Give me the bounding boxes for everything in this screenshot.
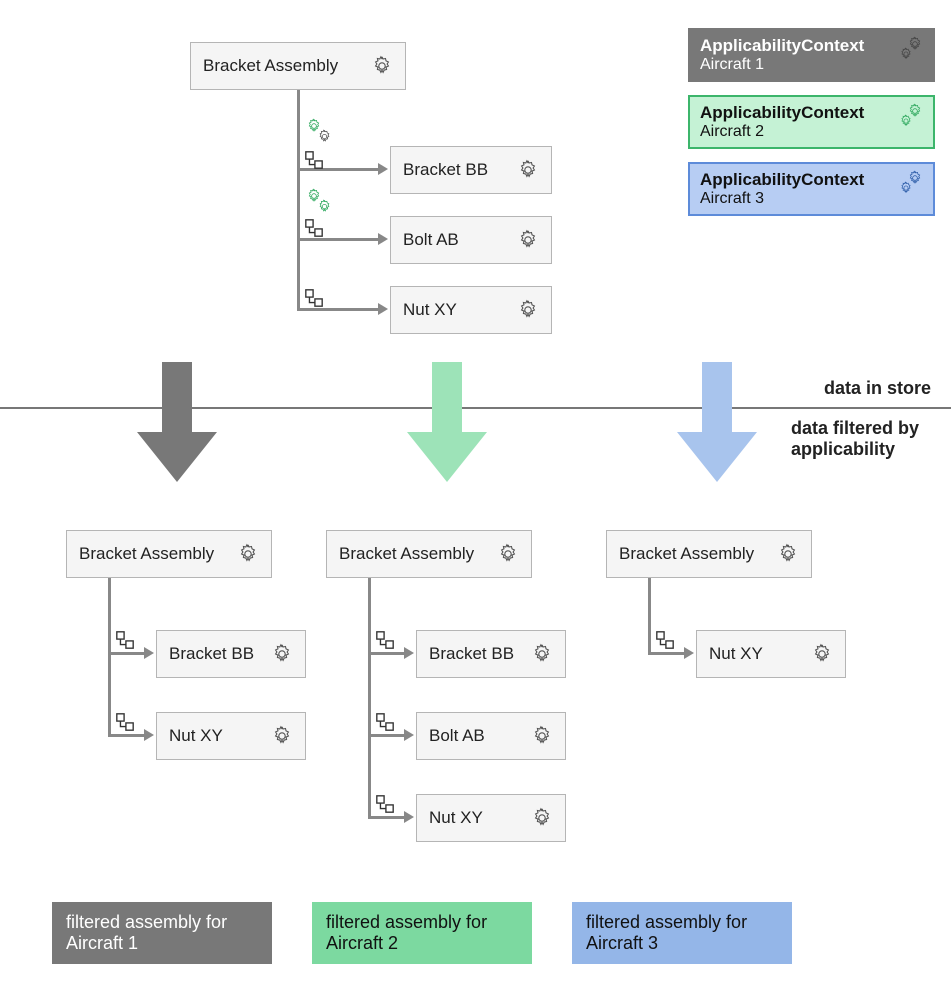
down-arrow-icon xyxy=(676,362,758,482)
connector xyxy=(368,734,406,737)
arrow-icon xyxy=(144,647,154,659)
child-node: Bolt AB xyxy=(390,216,552,264)
label-data-in-store: data in store xyxy=(824,378,931,399)
gear-icon xyxy=(517,159,539,181)
gear-icon xyxy=(531,807,553,829)
child-node: Nut XY xyxy=(390,286,552,334)
caption-aircraft3: filtered assembly for Aircraft 3 xyxy=(572,902,792,964)
tree-icon xyxy=(304,218,324,238)
context-sub: Aircraft 3 xyxy=(700,190,864,208)
connector xyxy=(368,816,406,819)
gear-icon xyxy=(517,229,539,251)
connector xyxy=(297,238,380,241)
filtered1-root: Bracket Assembly xyxy=(66,530,272,578)
tree-icon xyxy=(304,150,324,170)
filtered2-root: Bracket Assembly xyxy=(326,530,532,578)
tree-trunk xyxy=(108,578,111,736)
double-gear-icon xyxy=(895,170,923,196)
arrow-icon xyxy=(684,647,694,659)
double-gear-icon xyxy=(895,36,923,62)
gear-icon xyxy=(531,725,553,747)
filtered3-child: Nut XY xyxy=(696,630,846,678)
double-gear-icon xyxy=(895,103,923,129)
arrow-icon xyxy=(404,647,414,659)
gear-icon xyxy=(271,643,293,665)
connector xyxy=(297,308,380,311)
tree-icon xyxy=(115,712,135,732)
context-gears-icon xyxy=(303,188,333,216)
child-label: Nut XY xyxy=(709,644,811,664)
gear-icon xyxy=(777,543,799,565)
tree-icon xyxy=(304,288,324,308)
gear-icon xyxy=(531,643,553,665)
child-label: Nut XY xyxy=(403,300,517,320)
context-gears-icon xyxy=(303,118,333,146)
tree-icon xyxy=(375,794,395,814)
connector xyxy=(108,734,146,737)
tree-icon xyxy=(655,630,675,650)
down-arrow-icon xyxy=(136,362,218,482)
child-node: Bracket BB xyxy=(390,146,552,194)
context-badge-aircraft1: ApplicabilityContext Aircraft 1 xyxy=(688,28,935,82)
arrow-icon xyxy=(378,163,388,175)
arrow-icon xyxy=(378,233,388,245)
child-label: Nut XY xyxy=(429,808,531,828)
tree-trunk xyxy=(297,90,300,310)
child-label: Bracket BB xyxy=(169,644,271,664)
connector xyxy=(648,652,686,655)
root-node: Bracket Assembly xyxy=(190,42,406,90)
root-label: Bracket Assembly xyxy=(339,544,497,564)
child-label: Bolt AB xyxy=(429,726,531,746)
gear-icon xyxy=(811,643,833,665)
arrow-icon xyxy=(404,811,414,823)
child-label: Nut XY xyxy=(169,726,271,746)
filtered2-child: Bracket BB xyxy=(416,630,566,678)
gear-icon xyxy=(237,543,259,565)
child-label: Bolt AB xyxy=(403,230,517,250)
gear-icon xyxy=(517,299,539,321)
caption-aircraft2: filtered assembly for Aircraft 2 xyxy=(312,902,532,964)
filtered1-child: Nut XY xyxy=(156,712,306,760)
tree-icon xyxy=(375,630,395,650)
caption-aircraft1: filtered assembly for Aircraft 1 xyxy=(52,902,272,964)
root-label: Bracket Assembly xyxy=(619,544,777,564)
child-label: Bracket BB xyxy=(403,160,517,180)
tree-trunk xyxy=(368,578,371,818)
gear-icon xyxy=(271,725,293,747)
context-title: ApplicabilityContext xyxy=(700,36,864,56)
arrow-icon xyxy=(404,729,414,741)
gear-icon xyxy=(371,55,393,77)
gear-icon xyxy=(497,543,519,565)
context-badge-aircraft3: ApplicabilityContext Aircraft 3 xyxy=(688,162,935,216)
label-data-filtered: data filtered by applicability xyxy=(791,418,931,460)
root-label: Bracket Assembly xyxy=(79,544,237,564)
context-sub: Aircraft 2 xyxy=(700,123,864,141)
filtered2-child: Nut XY xyxy=(416,794,566,842)
context-sub: Aircraft 1 xyxy=(700,56,864,74)
filtered2-child: Bolt AB xyxy=(416,712,566,760)
tree-icon xyxy=(375,712,395,732)
connector xyxy=(108,652,146,655)
arrow-icon xyxy=(144,729,154,741)
tree-icon xyxy=(115,630,135,650)
filtered3-root: Bracket Assembly xyxy=(606,530,812,578)
connector xyxy=(368,652,406,655)
context-title: ApplicabilityContext xyxy=(700,170,864,190)
context-title: ApplicabilityContext xyxy=(700,103,864,123)
tree-trunk xyxy=(648,578,651,654)
child-label: Bracket BB xyxy=(429,644,531,664)
arrow-icon xyxy=(378,303,388,315)
down-arrow-icon xyxy=(406,362,488,482)
filtered1-child: Bracket BB xyxy=(156,630,306,678)
context-badge-aircraft2: ApplicabilityContext Aircraft 2 xyxy=(688,95,935,149)
root-label: Bracket Assembly xyxy=(203,56,371,76)
